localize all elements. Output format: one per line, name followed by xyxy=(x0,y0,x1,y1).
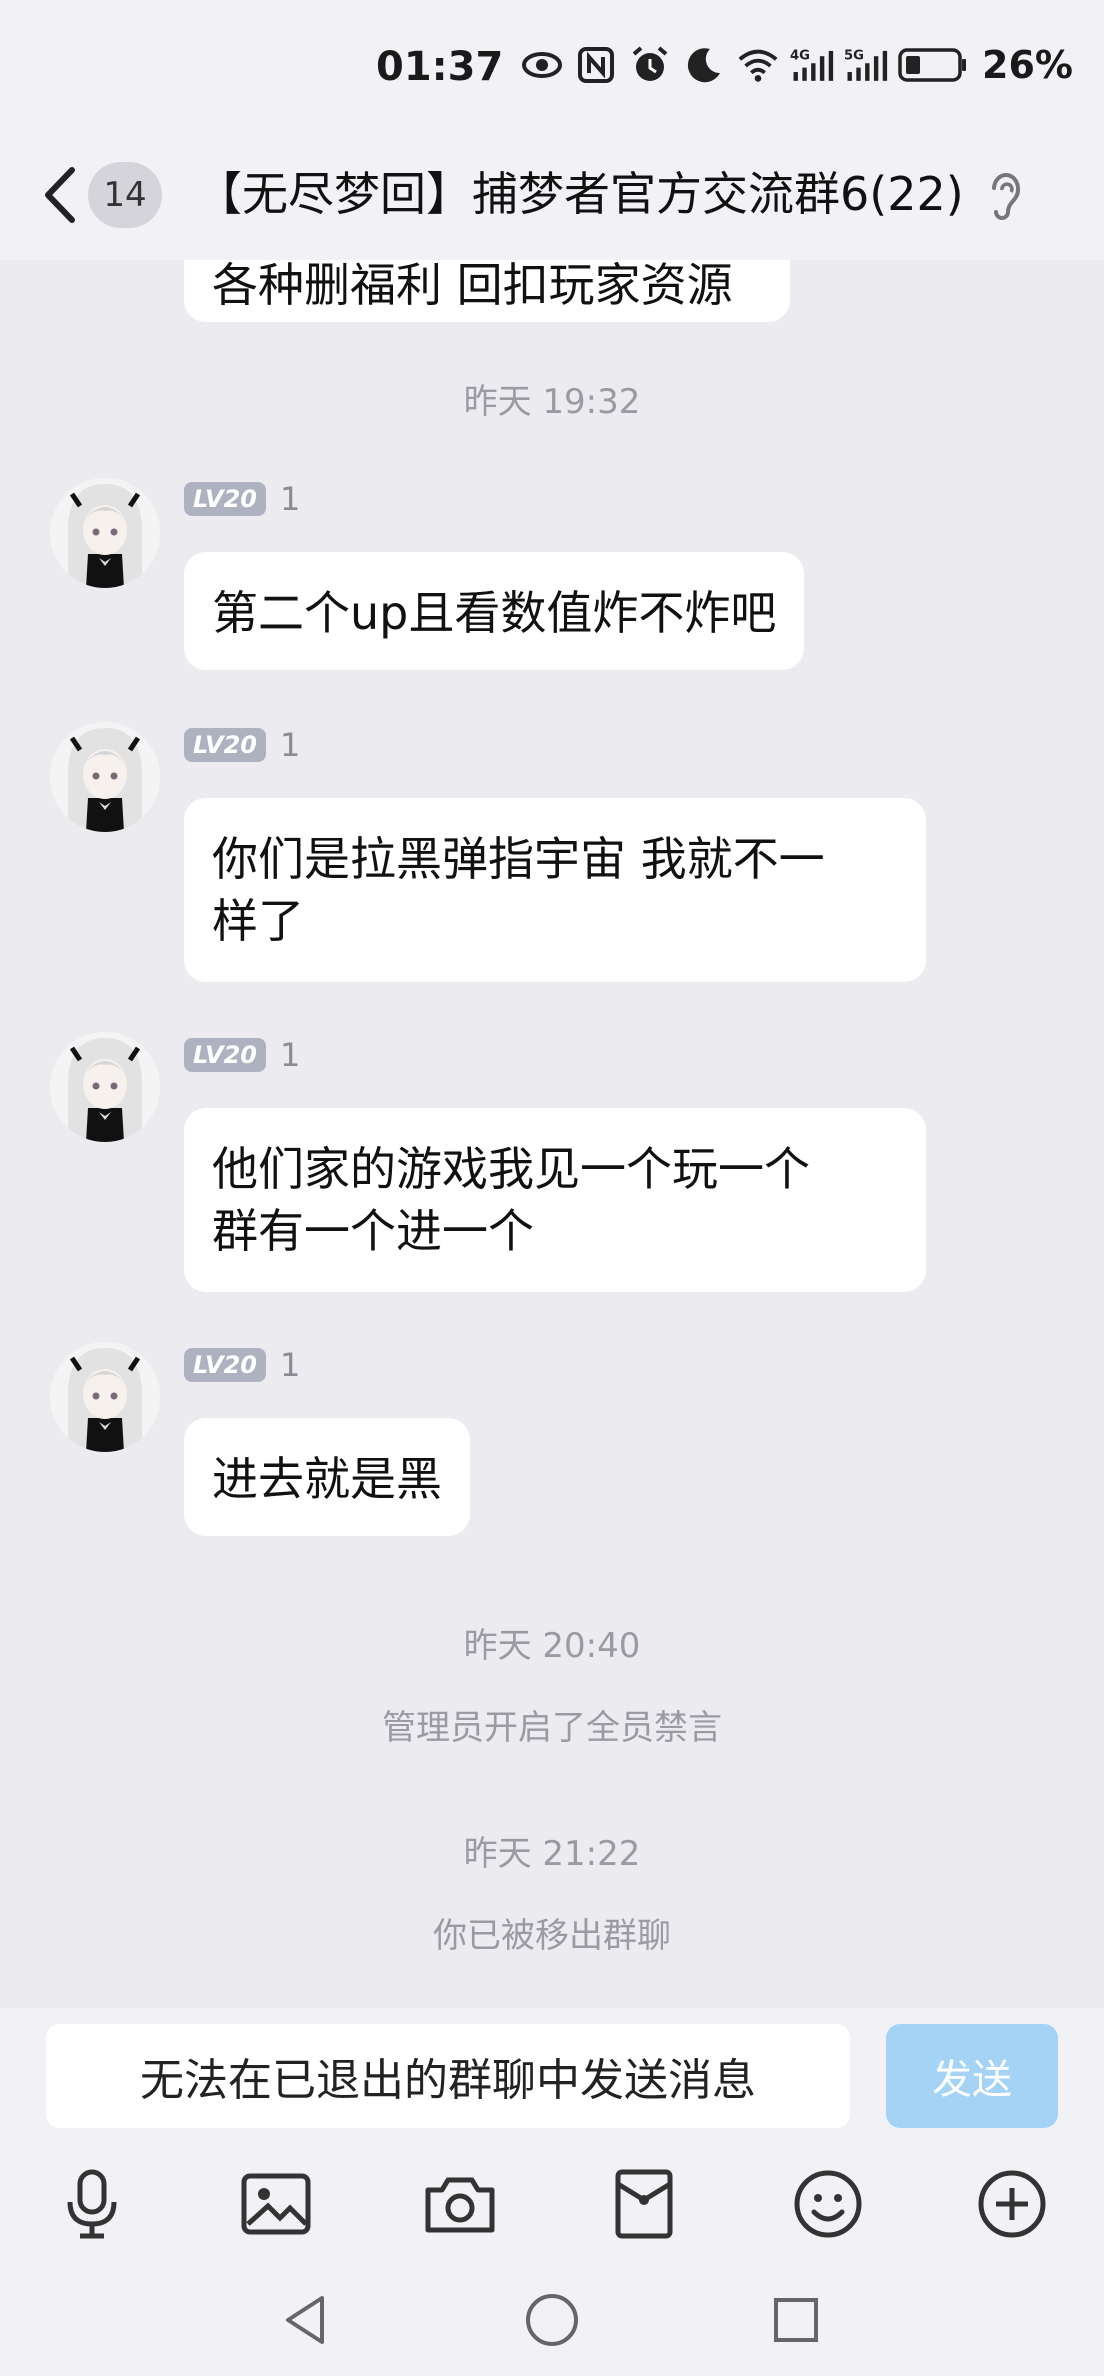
avatar[interactable] xyxy=(50,1342,160,1452)
sender-name[interactable]: 1 xyxy=(280,726,300,764)
battery-percent: 26% xyxy=(982,43,1073,87)
level-badge: LV20 xyxy=(184,728,266,762)
status-bar: 01:37 4G 5G 26% xyxy=(0,0,1104,130)
message-text-line: 群有一个进一个 xyxy=(212,1204,534,1258)
back-nav-icon[interactable] xyxy=(276,2290,336,2350)
red-packet-icon[interactable] xyxy=(606,2166,682,2242)
svg-text:5G: 5G xyxy=(844,49,864,64)
camera-icon[interactable] xyxy=(422,2166,498,2242)
signal-4g-icon: 4G xyxy=(790,43,834,87)
input-area: 无法在已退出的群聊中发送消息 发送 xyxy=(0,2008,1104,2376)
recents-nav-icon[interactable] xyxy=(766,2290,826,2350)
ear-icon[interactable] xyxy=(986,168,1026,224)
emoji-icon[interactable] xyxy=(790,2166,866,2242)
nfc-icon xyxy=(574,43,618,87)
message-text-line: 他们家的游戏我见一个玩一个 xyxy=(212,1142,810,1196)
battery-icon xyxy=(898,43,968,87)
status-time: 01:37 xyxy=(376,44,504,90)
back-arrow-icon[interactable] xyxy=(36,160,86,230)
status-icons: 4G 5G 26% xyxy=(520,40,1073,90)
moon-icon xyxy=(682,43,726,87)
microphone-icon[interactable] xyxy=(54,2166,130,2242)
unread-count-badge[interactable]: 14 xyxy=(88,162,162,228)
avatar[interactable] xyxy=(50,722,160,832)
message-bubble[interactable]: 进去就是黑 xyxy=(184,1418,470,1536)
chat-header: 14 【无尽梦回】捕梦者官方交流群6(22) xyxy=(0,130,1104,260)
plus-icon[interactable] xyxy=(974,2166,1050,2242)
system-message: 管理员开启了全员禁言 xyxy=(382,1708,722,1748)
level-badge: LV20 xyxy=(184,1348,266,1382)
message-text: 进去就是黑 xyxy=(212,1452,442,1506)
wifi-icon xyxy=(736,43,780,87)
message-bubble[interactable]: 他们家的游戏我见一个玩一个 群有一个进一个 xyxy=(184,1108,926,1292)
avatar[interactable] xyxy=(50,478,160,588)
avatar[interactable] xyxy=(50,1032,160,1142)
svg-text:4G: 4G xyxy=(790,49,810,64)
level-badge: LV20 xyxy=(184,482,266,516)
timestamp: 昨天 21:22 xyxy=(463,1834,641,1874)
message-bubble[interactable]: 你们是拉黑弹指宇宙 我就不一 样了 xyxy=(184,798,926,982)
timestamp: 昨天 19:32 xyxy=(463,382,641,422)
system-message: 你已被移出群聊 xyxy=(433,1916,671,1956)
signal-5g-icon: 5G xyxy=(844,43,888,87)
sender-name[interactable]: 1 xyxy=(280,1346,300,1384)
alarm-icon xyxy=(628,43,672,87)
chat-messages[interactable]: 各种删福利 回扣玩家资源 昨天 19:32 LV20 1 第二个up且看数值炸不… xyxy=(0,260,1104,2008)
sender-name[interactable]: 1 xyxy=(280,480,300,518)
message-input[interactable]: 无法在已退出的群聊中发送消息 xyxy=(46,2024,850,2128)
message-bubble[interactable]: 第二个up且看数值炸不炸吧 xyxy=(184,552,805,670)
timestamp: 昨天 20:40 xyxy=(463,1626,641,1666)
level-badge: LV20 xyxy=(184,1038,266,1072)
message-bubble-partial[interactable]: 各种删福利 回扣玩家资源 xyxy=(184,260,790,322)
image-icon[interactable] xyxy=(238,2166,314,2242)
message-text-line: 你们是拉黑弹指宇宙 我就不一 xyxy=(212,832,825,886)
message-text: 第二个up且看数值炸不炸吧 xyxy=(212,586,777,640)
home-nav-icon[interactable] xyxy=(522,2290,582,2350)
send-button[interactable]: 发送 xyxy=(886,2024,1058,2128)
group-title[interactable]: 【无尽梦回】捕梦者官方交流群6(22) xyxy=(196,158,964,224)
sender-name[interactable]: 1 xyxy=(280,1036,300,1074)
message-text: 各种删福利 回扣玩家资源 xyxy=(212,260,733,312)
message-text-line: 样了 xyxy=(212,894,304,948)
eye-icon xyxy=(520,43,564,87)
